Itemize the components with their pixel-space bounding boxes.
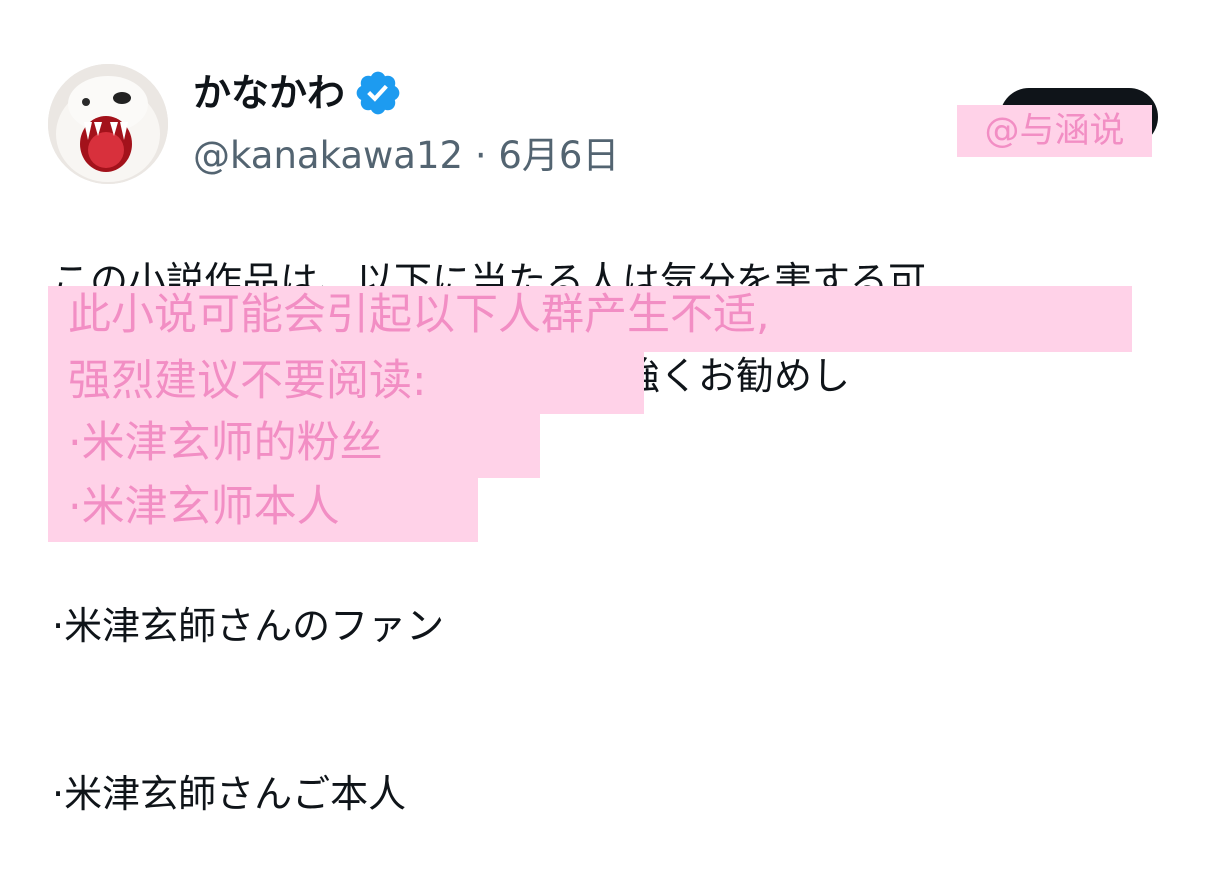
avatar-dog-icon bbox=[48, 64, 168, 184]
overlay-translation-line-3: ·米津玄师的粉丝 bbox=[48, 414, 540, 478]
overlay-translation-line-1: 此小说可能会引起以下人群产生不适, bbox=[48, 286, 1132, 352]
author-display-name[interactable]: かなかわ bbox=[193, 68, 345, 118]
verified-badge-icon bbox=[356, 71, 400, 115]
watermark: @与涵说 bbox=[957, 105, 1152, 157]
tweet-bullet-fans: ·米津玄師さんのファン bbox=[52, 604, 445, 648]
avatar[interactable] bbox=[48, 64, 168, 184]
author-handle[interactable]: @kanakawa12 bbox=[193, 134, 463, 177]
overlay-translation-line-4: ·米津玄师本人 bbox=[48, 478, 478, 542]
author-meta: @kanakawa12 · 6月6日 bbox=[193, 132, 619, 180]
tweet-bullet-himself: ·米津玄師さんご本人 bbox=[52, 772, 407, 816]
author-name-row[interactable]: かなかわ bbox=[193, 68, 403, 118]
meta-separator: · bbox=[474, 134, 487, 177]
post-date[interactable]: 6月6日 bbox=[498, 134, 619, 177]
overlay-translation-line-2: 强烈建议不要阅读: bbox=[48, 352, 644, 414]
